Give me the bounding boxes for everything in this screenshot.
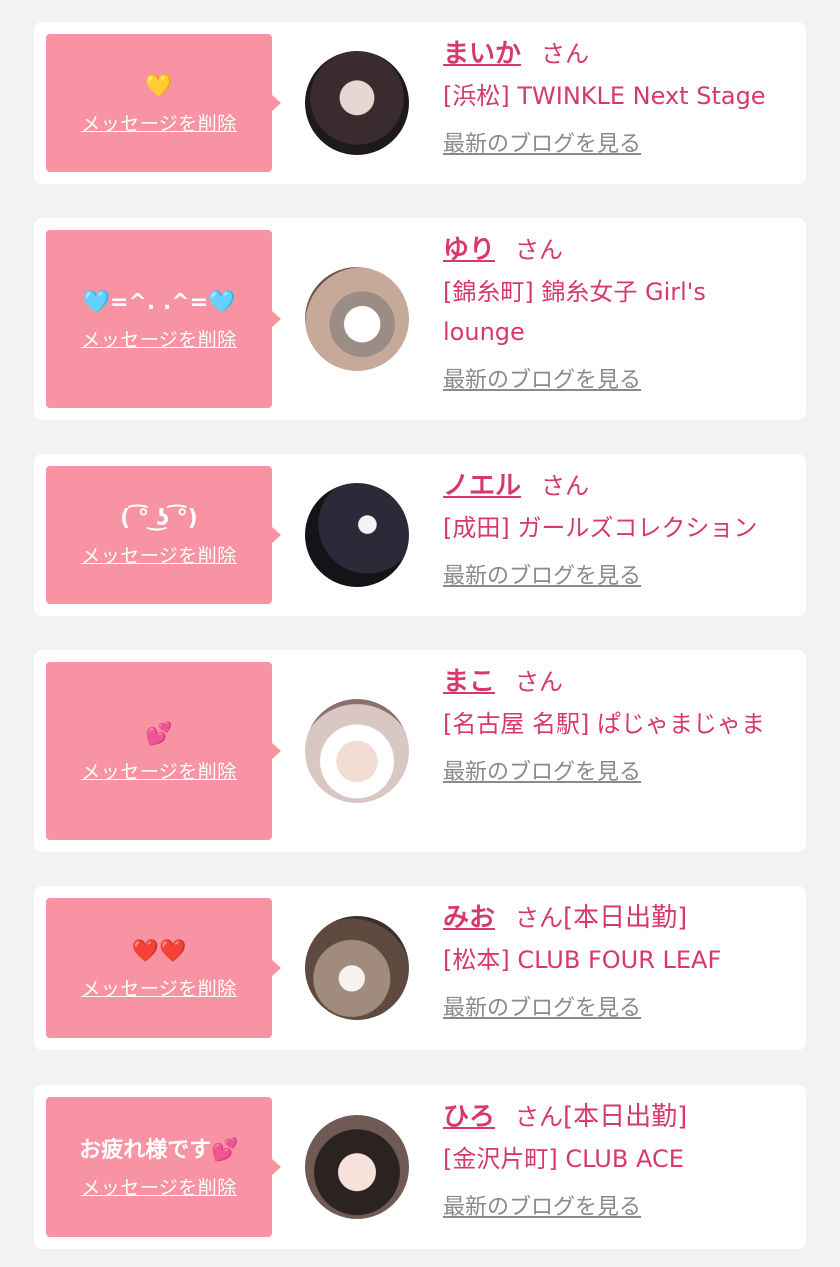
shop-name: [名古屋 名駅] ぱじゃまじゃま xyxy=(443,710,765,738)
girl-name-link[interactable]: まこ xyxy=(443,667,495,697)
shop-name: [錦糸町] 錦糸女子 Girl's lounge xyxy=(443,278,706,346)
message-bubble: 💛 メッセージを削除 xyxy=(46,34,281,172)
name-line: まいか さん xyxy=(443,36,793,72)
name-line: ゆり さん xyxy=(443,232,793,268)
message-card: お疲れ様です💕 メッセージを削除 ひろ さん[本日出勤] [金沢片町] CLUB … xyxy=(34,1085,806,1249)
girl-name-link[interactable]: ゆり xyxy=(443,235,495,265)
honorific: さん xyxy=(515,1103,564,1131)
girl-name-link[interactable]: ひろ xyxy=(443,1102,495,1132)
name-line: みお さん[本日出勤] xyxy=(443,900,793,936)
honorific: さん xyxy=(515,236,564,264)
shop-name: [成田] ガールズコレクション xyxy=(443,514,758,542)
delete-message-link[interactable]: メッセージを削除 xyxy=(81,325,237,352)
name-line: ノエル さん xyxy=(443,468,793,504)
girl-name-link[interactable]: みお xyxy=(443,903,495,933)
honorific: さん xyxy=(515,668,564,696)
avatar[interactable] xyxy=(305,51,409,155)
name-line: まこ さん xyxy=(443,664,793,700)
shop-name: [松本] CLUB FOUR LEAF xyxy=(443,946,722,974)
message-bubble: ( ͡° ͜ʖ ͡°) メッセージを削除 xyxy=(46,466,281,604)
message-card: 💛 メッセージを削除 まいか さん [浜松] TWINKLE Next Stage… xyxy=(34,22,806,184)
status-badge: [本日出勤] xyxy=(563,903,688,933)
honorific: さん xyxy=(541,40,590,68)
message-text: ❤️❤️ xyxy=(131,938,187,964)
message-bubble: 💕 メッセージを削除 xyxy=(46,662,281,840)
message-bubble: ❤️❤️ メッセージを削除 xyxy=(46,898,281,1038)
message-card: 💕 メッセージを削除 まこ さん [名古屋 名駅] ぱじゃまじゃま 最新のブログを… xyxy=(34,650,806,852)
message-text: 💕 xyxy=(145,721,173,747)
latest-blog-link[interactable]: 最新のブログを見る xyxy=(443,754,641,786)
avatar[interactable] xyxy=(305,1115,409,1219)
message-text: 💛 xyxy=(145,73,173,99)
name-line: ひろ さん[本日出勤] xyxy=(443,1099,793,1135)
message-card: ❤️❤️ メッセージを削除 みお さん[本日出勤] [松本] CLUB FOUR … xyxy=(34,886,806,1050)
message-card: 🩵=^. .^=🩵 メッセージを削除 ゆり さん [錦糸町] 錦糸女子 Girl'… xyxy=(34,218,806,420)
message-bubble: 🩵=^. .^=🩵 メッセージを削除 xyxy=(46,230,281,408)
shop-name: [浜松] TWINKLE Next Stage xyxy=(443,82,766,110)
delete-message-link[interactable]: メッセージを削除 xyxy=(81,541,237,568)
avatar[interactable] xyxy=(305,699,409,803)
avatar[interactable] xyxy=(305,483,409,587)
girl-name-link[interactable]: ノエル xyxy=(443,471,521,501)
delete-message-link[interactable]: メッセージを削除 xyxy=(81,757,237,784)
message-card: ( ͡° ͜ʖ ͡°) メッセージを削除 ノエル さん [成田] ガールズコレクシ… xyxy=(34,454,806,616)
delete-message-link[interactable]: メッセージを削除 xyxy=(81,1173,237,1200)
avatar[interactable] xyxy=(305,267,409,371)
latest-blog-link[interactable]: 最新のブログを見る xyxy=(443,558,641,590)
message-text: 🩵=^. .^=🩵 xyxy=(82,289,236,315)
latest-blog-link[interactable]: 最新のブログを見る xyxy=(443,1189,641,1221)
message-text: ( ͡° ͜ʖ ͡°) xyxy=(120,505,198,531)
honorific: さん xyxy=(515,904,564,932)
avatar[interactable] xyxy=(305,916,409,1020)
message-bubble: お疲れ様です💕 メッセージを削除 xyxy=(46,1097,281,1237)
latest-blog-link[interactable]: 最新のブログを見る xyxy=(443,990,641,1022)
shop-name: [金沢片町] CLUB ACE xyxy=(443,1145,684,1173)
message-list: 💛 メッセージを削除 まいか さん [浜松] TWINKLE Next Stage… xyxy=(0,0,840,1267)
girl-name-link[interactable]: まいか xyxy=(443,39,521,69)
message-text: お疲れ様です💕 xyxy=(79,1137,239,1163)
delete-message-link[interactable]: メッセージを削除 xyxy=(81,109,237,136)
honorific: さん xyxy=(541,472,590,500)
delete-message-link[interactable]: メッセージを削除 xyxy=(81,974,237,1001)
status-badge: [本日出勤] xyxy=(563,1102,688,1132)
latest-blog-link[interactable]: 最新のブログを見る xyxy=(443,126,641,158)
latest-blog-link[interactable]: 最新のブログを見る xyxy=(443,362,641,394)
